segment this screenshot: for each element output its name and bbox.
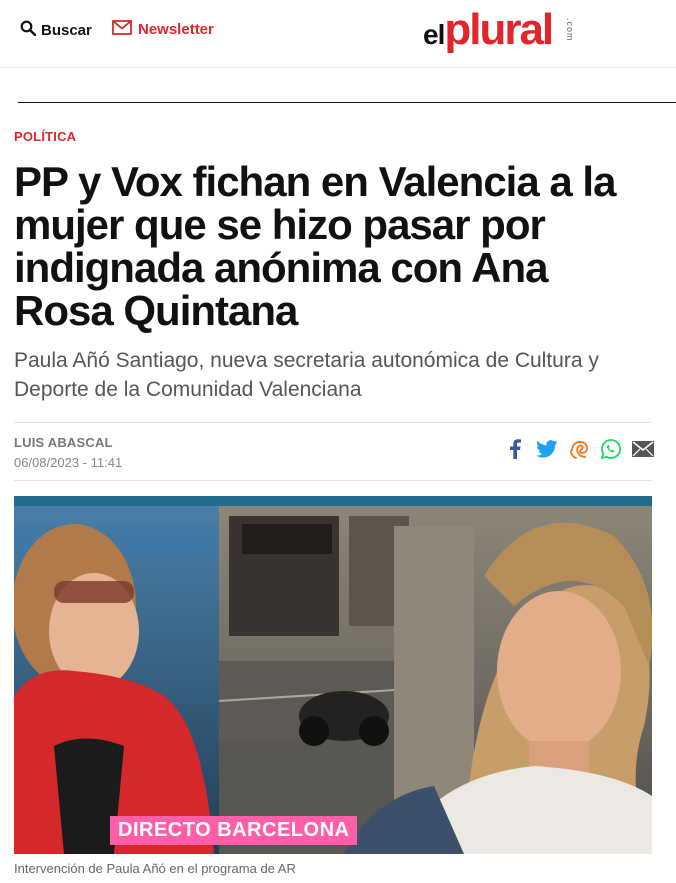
publish-date: 06/08/2023 - 11:41	[14, 455, 123, 470]
header-divider	[18, 102, 676, 103]
share-bar	[504, 438, 654, 460]
article-subtitle: Paula Añó Santiago, nueva secretaria aut…	[14, 349, 599, 401]
meneame-icon[interactable]	[568, 438, 590, 460]
whatsapp-icon[interactable]	[600, 438, 622, 460]
search-button[interactable]: Buscar	[20, 20, 92, 40]
twitter-icon[interactable]	[536, 438, 558, 460]
search-icon	[20, 20, 37, 40]
article-image[interactable]: DIRECTO BARCELONA	[14, 496, 652, 854]
author-name[interactable]: LUIS ABASCAL	[14, 435, 113, 450]
meta-divider-top	[14, 422, 652, 423]
envelope-icon	[112, 20, 132, 39]
logo-el: el	[423, 19, 445, 50]
tv-screenshot-illustration	[14, 496, 652, 854]
top-bar: Buscar Newsletter el plural .com	[0, 0, 676, 68]
tv-overlay-label: DIRECTO BARCELONA	[110, 816, 358, 845]
email-icon[interactable]	[632, 438, 654, 460]
section-label[interactable]: POLÍTICA	[14, 129, 76, 144]
logo-plural: plural	[444, 5, 554, 54]
article-headline: PP y Vox fichan en Valencia a la mujer q…	[14, 158, 616, 334]
site-logo[interactable]: el plural .com	[423, 5, 575, 56]
search-label: Buscar	[41, 21, 92, 39]
logo-com: .com	[565, 18, 575, 42]
image-caption: Intervención de Paula Añó en el programa…	[14, 861, 296, 876]
meta-divider-bottom	[14, 480, 652, 481]
newsletter-link[interactable]: Newsletter	[112, 20, 214, 39]
facebook-icon[interactable]	[504, 438, 526, 460]
newsletter-label: Newsletter	[138, 21, 214, 38]
